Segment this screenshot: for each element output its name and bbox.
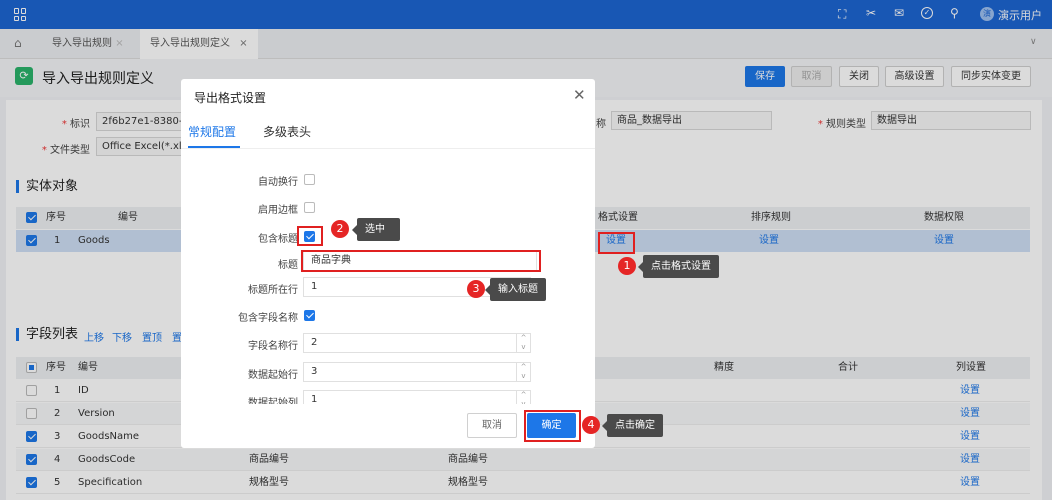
- data-start-col-label: 数据起始列: [248, 398, 298, 404]
- dialog-title: 导出格式设置: [194, 91, 267, 105]
- tab-multi-header[interactable]: 多级表头: [263, 123, 311, 140]
- step-badge: 3: [467, 280, 485, 298]
- highlight-title-input: [301, 250, 541, 272]
- tab-divider: [181, 148, 595, 149]
- auto-wrap-label: 自动换行: [258, 177, 298, 188]
- field-name-row-label: 字段名称行: [248, 341, 298, 352]
- step-badge: 1: [618, 257, 636, 275]
- border-checkbox[interactable]: [304, 202, 315, 213]
- tooltip: 输入标题: [485, 278, 546, 301]
- include-field-names-checkbox[interactable]: [304, 310, 315, 321]
- step-badge: 2: [331, 220, 349, 238]
- data-start-col-stepper[interactable]: 1 ^ v: [303, 390, 531, 404]
- tab-general[interactable]: 常规配置: [188, 123, 236, 140]
- tooltip: 点击格式设置: [638, 255, 719, 278]
- close-icon[interactable]: ✕: [573, 86, 586, 104]
- highlight-ok-button: [524, 410, 581, 442]
- highlight-include-title: [297, 226, 323, 246]
- auto-wrap-checkbox[interactable]: [304, 174, 315, 185]
- include-field-names-label: 包含字段名称: [238, 313, 298, 324]
- tooltip: 点击确定: [602, 414, 663, 437]
- include-title-label: 包含标题: [258, 234, 298, 245]
- title-row-label: 标题所在行: [248, 285, 298, 296]
- step-badge: 4: [582, 416, 600, 434]
- data-start-row-stepper[interactable]: 3 ^ v: [303, 362, 531, 382]
- tooltip: 选中: [352, 218, 400, 241]
- dialog-cancel-button[interactable]: 取消: [467, 413, 517, 438]
- field-name-row-stepper[interactable]: 2 ^ v: [303, 333, 531, 353]
- stepper-arrows-icon[interactable]: ^ v: [516, 363, 530, 381]
- scroll-clip: 数据起始列 1 ^ v: [181, 387, 595, 404]
- stepper-arrows-icon[interactable]: ^ v: [516, 334, 530, 352]
- highlight-format-settings: [598, 232, 635, 254]
- stepper-arrows-icon[interactable]: ^ v: [516, 391, 530, 404]
- border-label: 启用边框: [258, 205, 298, 216]
- data-start-row-label: 数据起始行: [248, 370, 298, 381]
- title-label: 标题: [278, 260, 298, 271]
